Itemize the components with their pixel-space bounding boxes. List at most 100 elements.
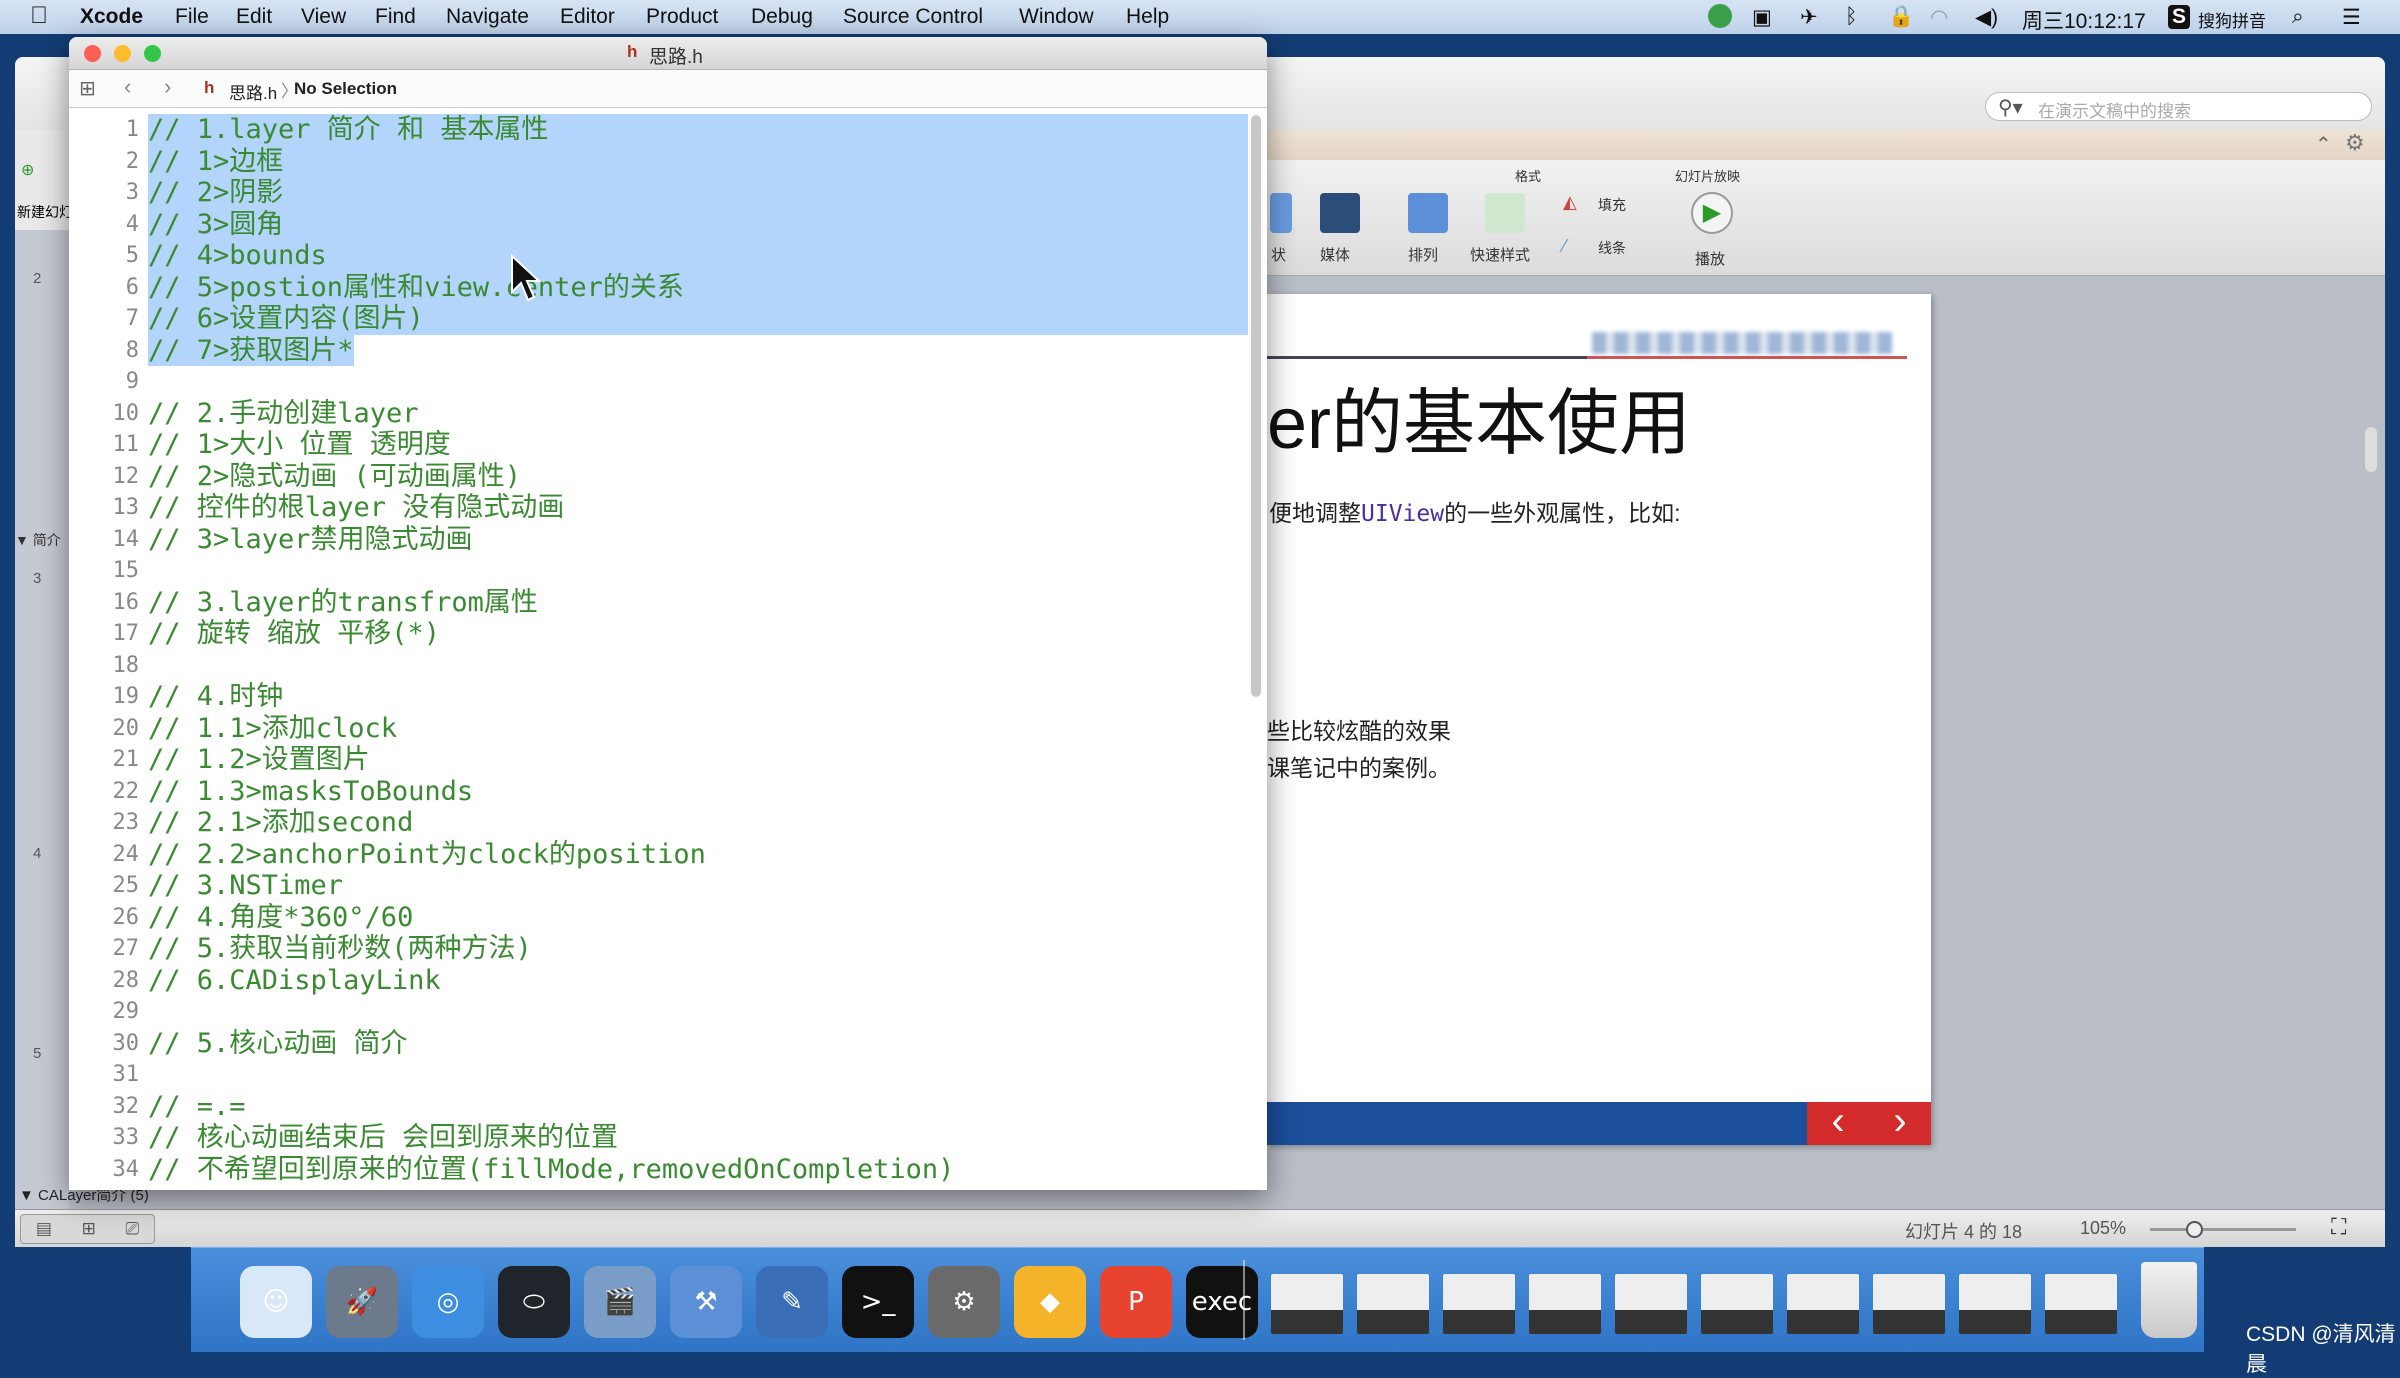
wifi-icon[interactable]: ◠	[1930, 5, 1948, 30]
system-preferences-icon[interactable]: ⚙	[928, 1266, 1000, 1338]
media-icon[interactable]	[1320, 193, 1360, 233]
minimized-window-thumbnail[interactable]	[1959, 1274, 2031, 1334]
close-button[interactable]	[84, 45, 101, 62]
gear-icon[interactable]: ⚙	[2345, 130, 2365, 156]
minimized-window-thumbnail[interactable]	[1357, 1274, 1429, 1334]
notification-list-icon[interactable]: ☰	[2342, 5, 2361, 30]
section-intro[interactable]: ▼ 简介	[15, 530, 69, 550]
code-line[interactable]: 10 // 2.手动创建layer	[69, 398, 1249, 430]
code-line[interactable]: 11 // 1>大小 位置 透明度	[69, 429, 1249, 461]
slide-sorter-icon[interactable]: ⊞	[82, 1215, 96, 1243]
menu-window[interactable]: Window	[1019, 5, 1094, 29]
code-line[interactable]: 12 // 2>隐式动画 (可动画属性)	[69, 461, 1249, 493]
code-line[interactable]: 16 // 3.layer的transfrom属性	[69, 587, 1249, 619]
search-icon[interactable]: ⚲▾	[1998, 95, 2023, 120]
code-line[interactable]: 5 // 4>bounds	[69, 240, 1249, 272]
ppt-scrollbar[interactable]	[2365, 427, 2377, 472]
minimized-window-thumbnail[interactable]	[1529, 1274, 1601, 1334]
shape-icon[interactable]	[1270, 193, 1292, 233]
minimized-window-thumbnail[interactable]	[1615, 1274, 1687, 1334]
code-line[interactable]: 18	[69, 650, 1249, 682]
minimized-window-thumbnail[interactable]	[1873, 1274, 1945, 1334]
lock-icon[interactable]: 🔒	[1888, 5, 1914, 29]
code-line[interactable]: 31	[69, 1059, 1249, 1091]
fill-button[interactable]: 填充	[1598, 195, 1626, 215]
mouse-app-icon[interactable]: ⬭	[498, 1266, 570, 1338]
trash-icon[interactable]	[2141, 1262, 2197, 1338]
fill-icon[interactable]: ◭	[1563, 192, 1577, 213]
launchpad-icon[interactable]: 🚀	[326, 1266, 398, 1338]
code-line[interactable]: 33 // 核心动画结束后 会回到原来的位置	[69, 1122, 1249, 1154]
exec-terminal-icon[interactable]: exec	[1186, 1266, 1258, 1338]
minimized-window-thumbnail[interactable]	[1787, 1274, 1859, 1334]
code-line[interactable]: 1 // 1.layer 简介 和 基本属性	[69, 114, 1249, 146]
terminal-icon[interactable]: >_	[842, 1266, 914, 1338]
prev-slide-icon[interactable]: ‹	[1831, 1101, 1844, 1145]
slide-number-2[interactable]: 2	[33, 270, 41, 287]
spotlight-icon[interactable]: ⌕	[2292, 5, 2304, 29]
arrange-icon[interactable]	[1408, 193, 1448, 233]
line-button[interactable]: 线条	[1598, 238, 1626, 258]
presenter-view-icon[interactable]: ⎚	[126, 1215, 140, 1243]
quick-styles-icon[interactable]	[1485, 193, 1525, 233]
sogou-icon[interactable]: S	[2168, 5, 2191, 29]
sketch-icon[interactable]: ◆	[1014, 1266, 1086, 1338]
menu-help[interactable]: Help	[1126, 5, 1169, 29]
media-button[interactable]: 媒体	[1320, 244, 1350, 265]
safari-icon[interactable]: ◎	[412, 1266, 484, 1338]
minimized-window-thumbnail[interactable]	[2045, 1274, 2117, 1334]
minimized-window-thumbnail[interactable]	[1443, 1274, 1515, 1334]
minimized-window-thumbnail[interactable]	[1271, 1274, 1343, 1334]
code-line[interactable]: 21 // 1.2>设置图片	[69, 744, 1249, 776]
menu-edit[interactable]: Edit	[236, 5, 272, 29]
code-editor[interactable]: 1 // 1.layer 简介 和 基本属性 2 // 1>边框 3 // 2>阴影 4 //…	[69, 108, 1249, 1190]
clock-text[interactable]: 周三10:12:17	[2022, 5, 2146, 35]
code-line[interactable]: 8 // 7>获取图片*	[69, 334, 1249, 366]
forward-icon[interactable]: ›	[164, 74, 171, 100]
related-items-icon[interactable]: ⊞	[79, 76, 96, 101]
code-line[interactable]: 30 // 5.核心动画 简介	[69, 1028, 1249, 1060]
zoom-button[interactable]	[144, 45, 161, 62]
menu-app-xcode[interactable]: Xcode	[80, 5, 143, 29]
code-line[interactable]: 17 // 旋转 缩放 平移(*)	[69, 618, 1249, 650]
zoom-slider[interactable]	[2150, 1228, 2296, 1231]
code-line[interactable]: 32 // =.=	[69, 1091, 1249, 1123]
apple-icon[interactable]: 	[30, 2, 48, 30]
code-line[interactable]: 14 // 3>layer禁用隐式动画	[69, 524, 1249, 556]
code-line[interactable]: 25 // 3.NSTimer	[69, 870, 1249, 902]
play-button[interactable]: 播放	[1695, 248, 1725, 269]
next-slide-icon[interactable]: ›	[1893, 1101, 1906, 1145]
zoom-slider-knob[interactable]	[2185, 1221, 2203, 1238]
code-line[interactable]: 28 // 6.CADisplayLink	[69, 965, 1249, 997]
fit-to-window-icon[interactable]: ⛶	[2331, 1214, 2346, 1240]
screen-recorder-icon[interactable]	[1708, 4, 1732, 28]
line-icon[interactable]: ⁄	[1563, 236, 1566, 257]
jump-bar-selection[interactable]: No Selection	[294, 79, 397, 99]
code-line[interactable]: 7 // 6>设置内容(图片)	[69, 303, 1249, 335]
code-line[interactable]: 20 // 1.1>添加clock	[69, 713, 1249, 745]
slide-number-3[interactable]: 3	[33, 570, 41, 587]
bluetooth-icon[interactable]: ᛒ	[1845, 5, 1858, 29]
shape-button[interactable]: 状	[1271, 244, 1286, 265]
minimize-button[interactable]	[114, 45, 131, 62]
airplane-icon[interactable]: ✈	[1800, 5, 1818, 30]
code-line[interactable]: 9	[69, 366, 1249, 398]
input-method-label[interactable]: 搜狗拼音	[2198, 7, 2266, 32]
new-slide-button[interactable]: 新建幻灯片	[17, 202, 69, 222]
code-line[interactable]: 27 // 5.获取当前秒数(两种方法)	[69, 933, 1249, 965]
instruments-icon[interactable]: ✎	[756, 1266, 828, 1338]
menu-navigate[interactable]: Navigate	[446, 5, 529, 29]
code-line[interactable]: 19 // 4.时钟	[69, 681, 1249, 713]
quick-styles-button[interactable]: 快速样式	[1470, 244, 1530, 265]
code-line[interactable]: 4 // 3>圆角	[69, 208, 1249, 240]
code-line[interactable]: 22 // 1.3>masksToBounds	[69, 776, 1249, 808]
new-slide-icon[interactable]: ⊕	[21, 160, 34, 180]
ppt-search-field[interactable]: 在演示文稿中的搜索	[1985, 92, 2372, 121]
play-icon[interactable]: ▶	[1691, 192, 1733, 234]
code-line[interactable]: 2 // 1>边框	[69, 145, 1249, 177]
menu-product[interactable]: Product	[646, 5, 718, 29]
code-line[interactable]: 29	[69, 996, 1249, 1028]
code-line[interactable]: 24 // 2.2>anchorPoint为clock的position	[69, 839, 1249, 871]
finder-icon[interactable]: ☺	[240, 1266, 312, 1338]
menu-source-control[interactable]: Source Control	[843, 5, 983, 29]
